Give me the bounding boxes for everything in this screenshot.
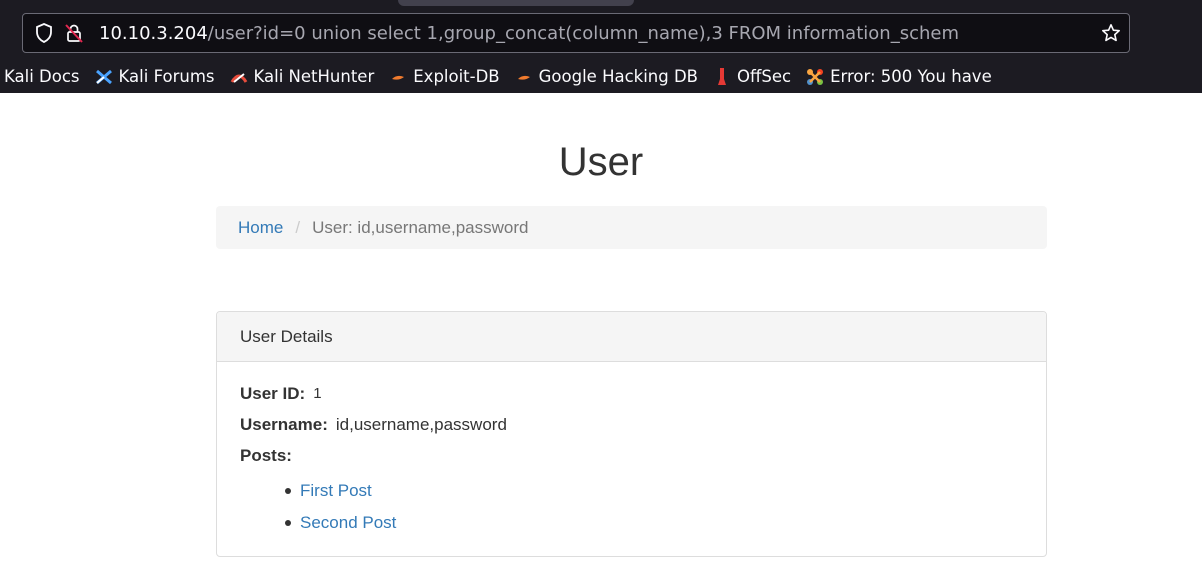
post-link[interactable]: First Post [300, 481, 372, 501]
list-item: First Post [285, 475, 1023, 507]
bookmark-label: Kali NetHunter [253, 67, 375, 86]
page-title: User [558, 140, 644, 184]
bullet-icon [285, 488, 291, 494]
bookmark-google-hacking-db[interactable]: Google Hacking DB [514, 67, 698, 87]
breadcrumb: Home / User: id,username,password [216, 206, 1047, 249]
active-tab-edge[interactable] [398, 0, 634, 6]
bookmark-label: OffSec [737, 67, 792, 86]
username-label: Username: [240, 414, 328, 434]
bookmark-label: Google Hacking DB [538, 67, 699, 86]
kali-forums-icon [94, 67, 114, 87]
exploit-db-icon [388, 67, 408, 87]
posts-row: Posts: [240, 440, 1023, 471]
breadcrumb-separator: / [295, 217, 301, 237]
kali-nethunter-icon [229, 67, 249, 87]
panel-body: User ID: 1 Username: id,username,passwor… [217, 362, 1046, 555]
bookmark-label: Error: 500 You have [830, 67, 992, 86]
bookmark-error-500[interactable]: Error: 500 You have [805, 67, 992, 87]
user-id-value: 1 [313, 385, 322, 402]
joomla-icon [805, 67, 825, 87]
bookmark-kali-forums[interactable]: Kali Forums [94, 67, 215, 87]
url-host: 10.10.3.204 [99, 22, 208, 44]
bookmarks-toolbar: Kali Docs Kali Forums Kali NetHunter Exp… [0, 60, 1202, 93]
user-id-row: User ID: 1 [240, 378, 1023, 409]
posts-list: First Post Second Post [240, 475, 1023, 539]
username-row: Username: id,username,password [240, 409, 1023, 440]
bookmark-offsec[interactable]: OffSec [712, 67, 791, 87]
insecure-lock-icon[interactable] [59, 13, 89, 53]
username-value: id,username,password [335, 414, 507, 434]
bookmark-exploit-db[interactable]: Exploit-DB [388, 67, 500, 87]
posts-label: Posts: [240, 445, 292, 465]
shield-icon[interactable] [29, 13, 59, 53]
breadcrumb-current: User: id,username,password [312, 217, 529, 237]
bookmark-label: Kali Forums [118, 67, 215, 86]
bookmark-star-icon[interactable] [1093, 13, 1129, 53]
user-id-label: User ID: [240, 383, 306, 403]
offsec-icon [712, 67, 732, 87]
ghdb-icon [514, 67, 534, 87]
user-details-panel: User Details User ID: 1 Username: id,use… [216, 311, 1047, 557]
list-item: Second Post [285, 507, 1023, 539]
post-link[interactable]: Second Post [300, 513, 396, 533]
url-path: /user?id=0 union select 1,group_concat(c… [207, 22, 959, 44]
breadcrumb-home-link[interactable]: Home [238, 218, 283, 238]
panel-heading: User Details [217, 312, 1046, 362]
address-bar[interactable]: 10.10.3.204/user?id=0 union select 1,gro… [22, 13, 1130, 53]
url-text[interactable]: 10.10.3.204/user?id=0 union select 1,gro… [99, 23, 1093, 44]
bookmark-label: Kali Docs [4, 67, 80, 86]
bookmark-kali-nethunter[interactable]: Kali NetHunter [229, 67, 375, 87]
bookmark-kali-docs[interactable]: Kali Docs [4, 67, 80, 86]
bullet-icon [285, 520, 291, 526]
browser-chrome: 10.10.3.204/user?id=0 union select 1,gro… [0, 0, 1202, 93]
bookmark-label: Exploit-DB [413, 67, 500, 86]
